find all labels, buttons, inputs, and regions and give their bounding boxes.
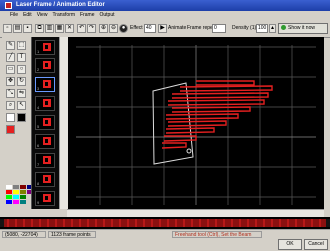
- menu-view[interactable]: View: [37, 11, 48, 20]
- frame-number: 7: [37, 162, 40, 167]
- zoom-out-icon[interactable]: ⊖: [109, 24, 118, 33]
- line-icon[interactable]: ╱: [6, 53, 15, 62]
- frame-number: 6: [37, 143, 40, 148]
- animate-label[interactable]: Animate: [168, 24, 186, 33]
- frame-number: 3: [37, 86, 40, 91]
- palette-swatch-8[interactable]: [13, 200, 19, 204]
- show-it-now-label: Show it now: [288, 25, 315, 31]
- window-title: Laser Frame / Animation Editor: [16, 2, 105, 8]
- density-label: Density (1): [232, 25, 257, 31]
- pointer-icon[interactable]: ↖: [17, 101, 26, 110]
- palette-swatch-10[interactable]: [20, 190, 26, 194]
- palette-swatch-2[interactable]: [13, 185, 19, 189]
- pencil-icon[interactable]: ✎: [6, 41, 15, 50]
- rotate-icon[interactable]: ↻: [17, 77, 26, 86]
- frame-thumbnail[interactable]: 7: [35, 153, 55, 168]
- frame-thumbnail-selected[interactable]: 3: [35, 77, 55, 92]
- palette-swatch-11[interactable]: [20, 195, 26, 199]
- frame-number: 5: [37, 124, 40, 129]
- frame-thumbnail-strip: 1 2 3 4 5 6 7 8 9: [31, 37, 59, 209]
- paste-icon[interactable]: ▥: [45, 24, 54, 33]
- dialog-buttons: OK Cancel: [0, 238, 330, 251]
- frame-number: 4: [37, 105, 40, 110]
- density-stepper[interactable]: ▴: [269, 24, 276, 33]
- ok-button[interactable]: OK: [278, 239, 302, 250]
- frame-thumbnail[interactable]: 1: [35, 40, 55, 55]
- canvas-svg: [76, 45, 316, 205]
- zoom-icon[interactable]: ⌕: [6, 101, 15, 110]
- frame-number-field[interactable]: 40: [144, 24, 156, 33]
- frame-strip-scrollbar[interactable]: [59, 37, 68, 209]
- palette-swatch-3[interactable]: [6, 190, 12, 194]
- beam-cursor-icon: [186, 148, 192, 154]
- palette-swatch-12[interactable]: [20, 200, 26, 204]
- tool-hint: Freehand tool (Ctrl), Set the Beam: [172, 231, 262, 238]
- palette-swatch-5[interactable]: [6, 195, 12, 199]
- palette-swatch-6[interactable]: [13, 195, 19, 199]
- black-color-swatch[interactable]: [17, 113, 26, 122]
- timeline-svg: [0, 219, 330, 227]
- effect-label[interactable]: Effect: [130, 24, 143, 33]
- frame-thumbnail[interactable]: 5: [35, 115, 55, 130]
- menu-output[interactable]: Output: [100, 11, 115, 20]
- timeline-ticks: [4, 219, 326, 227]
- rectangle-icon[interactable]: ▭: [6, 65, 15, 74]
- frame-timeline[interactable]: [0, 217, 330, 229]
- menu-bar: File Edit View Transform Frame Output: [0, 11, 330, 20]
- menu-frame[interactable]: Frame: [80, 11, 94, 20]
- toolbar: ▫ ▤ ▪ ⧉ ▥ ▦ ✕ ↶ ↷ ⊕ ⊖ ● Effect 40 ▶ Anim…: [0, 20, 330, 38]
- redo-icon[interactable]: ↷: [87, 24, 96, 33]
- palette-swatch-1[interactable]: [6, 185, 12, 189]
- text-icon[interactable]: T: [17, 53, 26, 62]
- cancel-button[interactable]: Cancel: [304, 239, 328, 250]
- show-icon: [281, 25, 286, 31]
- zoom-in-icon[interactable]: ⊕: [99, 24, 108, 33]
- mirror-icon[interactable]: ⇋: [17, 89, 26, 98]
- play-icon[interactable]: ▶: [158, 24, 167, 33]
- frame-thumbnail[interactable]: 6: [35, 134, 55, 149]
- frame-thumbnail[interactable]: 4: [35, 96, 55, 111]
- frame-number: 1: [37, 49, 40, 54]
- frame-number: 2: [37, 67, 40, 72]
- coordinate-readout: (5080, -22704): [2, 231, 46, 238]
- select-icon[interactable]: ⬚: [17, 41, 26, 50]
- app-icon: [5, 2, 12, 9]
- menu-transform[interactable]: Transform: [52, 11, 75, 20]
- new-file-icon[interactable]: ▫: [3, 24, 12, 33]
- copy-icon[interactable]: ⧉: [35, 24, 44, 33]
- color-palette: [6, 185, 33, 209]
- menu-file[interactable]: File: [10, 11, 18, 20]
- effect-icon[interactable]: ●: [119, 24, 128, 33]
- white-color-swatch[interactable]: [6, 113, 15, 122]
- palette-swatch-4[interactable]: [13, 190, 19, 194]
- drawing-canvas[interactable]: [68, 37, 324, 209]
- frame-thumbnail[interactable]: 8: [35, 172, 55, 187]
- current-color-swatch[interactable]: [6, 125, 15, 134]
- frame-thumbnail[interactable]: 2: [35, 58, 55, 73]
- scale-icon[interactable]: ⤡: [6, 89, 15, 98]
- undo-icon[interactable]: ↶: [77, 24, 86, 33]
- frame-points-count: 1123 frame points: [48, 231, 96, 238]
- frame-thumbnail[interactable]: 9: [35, 191, 55, 206]
- palette-swatch-9[interactable]: [20, 185, 26, 189]
- density-field[interactable]: 100: [256, 24, 268, 33]
- frame-repeats-field[interactable]: 0: [212, 24, 226, 33]
- title-bar[interactable]: Laser Frame / Animation Editor: [0, 0, 330, 11]
- editor-window: Laser Frame / Animation Editor File Edit…: [0, 0, 330, 251]
- show-it-now-button[interactable]: Show it now: [278, 23, 328, 34]
- move-icon[interactable]: ✥: [6, 77, 15, 86]
- frame-number: 9: [37, 200, 40, 205]
- open-folder-icon[interactable]: ▤: [13, 24, 22, 33]
- circle-icon[interactable]: ○: [17, 65, 26, 74]
- frame-number: 8: [37, 181, 40, 186]
- tool-panel: ✎ ⬚ ╱ T ▭ ○ ✥ ↻ ⤡ ⇋ ⌕ ↖: [2, 37, 33, 210]
- delete-icon[interactable]: ✕: [65, 24, 74, 33]
- save-icon[interactable]: ▪: [23, 24, 32, 33]
- laser-path: [161, 80, 273, 149]
- menu-edit[interactable]: Edit: [23, 11, 32, 20]
- palette-swatch-7[interactable]: [6, 200, 12, 204]
- grid-icon[interactable]: ▦: [55, 24, 64, 33]
